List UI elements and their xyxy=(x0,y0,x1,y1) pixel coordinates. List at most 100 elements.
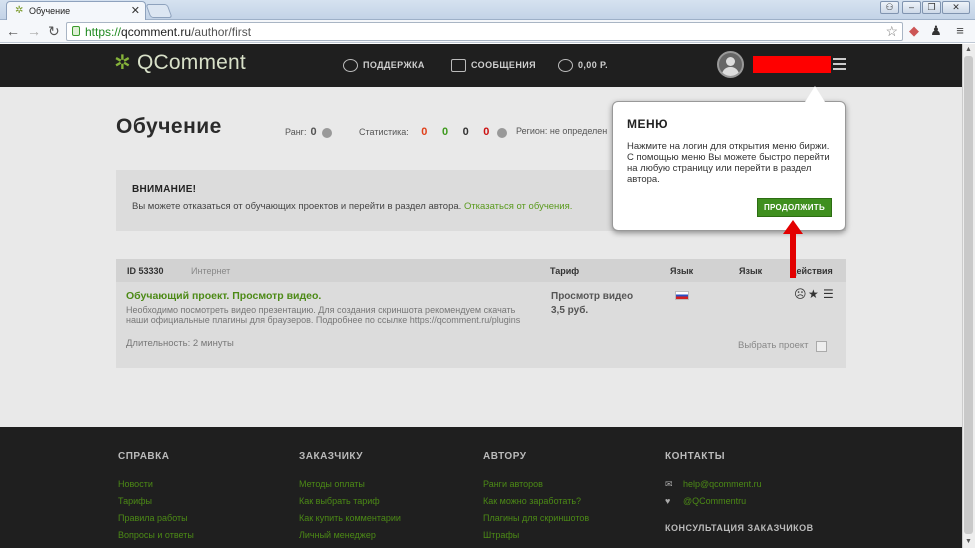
maximize-button[interactable]: ❐ xyxy=(922,1,941,14)
choose-project-label: Выбрать проект xyxy=(738,340,809,351)
decline-training-link[interactable]: Отказаться от обучения. xyxy=(464,201,572,212)
nav-support[interactable]: ПОДДЕРЖКА xyxy=(343,59,425,72)
scroll-down-icon[interactable]: ▼ xyxy=(965,538,972,545)
footer-link[interactable]: Личный менеджер xyxy=(299,530,376,540)
nav-messages[interactable]: СООБЩЕНИЯ xyxy=(451,59,536,72)
logo-icon: ✲ xyxy=(114,52,131,74)
extension-spy-icon[interactable]: ♟ xyxy=(928,23,944,39)
col-type: Интернет xyxy=(191,266,231,276)
contact-email[interactable]: help@qcomment.ru xyxy=(683,479,762,489)
close-window-button[interactable]: ✕ xyxy=(942,1,970,14)
notice-text: Вы можете отказаться от обучающих проект… xyxy=(132,201,572,212)
notice-title: ВНИМАНИЕ! xyxy=(132,184,197,195)
new-tab-button[interactable] xyxy=(145,4,173,18)
url-path: /author/first xyxy=(191,25,252,39)
project-tariff: Просмотр видео 3,5 руб. xyxy=(551,290,633,318)
address-bar[interactable]: https://qcomment.ru/author/first ☆ xyxy=(66,22,903,41)
col-id: ID 53330 xyxy=(127,266,164,276)
sad-face-icon[interactable]: ☹ xyxy=(794,287,807,301)
scroll-up-icon[interactable]: ▲ xyxy=(965,46,972,53)
footer-link[interactable]: Методы оплаты xyxy=(299,479,365,489)
popup-pointer xyxy=(805,86,825,102)
rank-value: 0 xyxy=(310,126,317,138)
browser-tab[interactable]: ✲ Обучение ✕ xyxy=(6,1,146,20)
stat-value: 0 xyxy=(421,126,428,138)
footer-link[interactable]: Новости xyxy=(118,479,153,489)
site-logo[interactable]: ✲ QComment xyxy=(114,50,246,75)
footer-author-title: АВТОРУ xyxy=(483,451,527,462)
footer-link[interactable]: Плагины для скриншотов xyxy=(483,513,589,523)
rank-label: Ранг: xyxy=(285,127,307,137)
chrome-menu-icon[interactable]: ≡ xyxy=(952,23,968,39)
browser-tab-bar xyxy=(0,0,975,20)
list-icon[interactable]: ☰ xyxy=(823,287,834,301)
stat-value: 0 xyxy=(483,126,490,138)
project-description: Необходимо посмотреть видео презентацию.… xyxy=(126,305,521,325)
footer-link[interactable]: Правила работы xyxy=(118,513,188,523)
continue-button[interactable]: ПРОДОЛЖИТЬ xyxy=(757,198,832,217)
lock-icon xyxy=(72,26,80,36)
nav-balance[interactable]: 0,00 Р. xyxy=(558,59,608,72)
contact-twitter[interactable]: @QCommentru xyxy=(683,496,746,506)
help-icon[interactable] xyxy=(321,127,332,138)
footer-link[interactable]: Как купить комментарии xyxy=(299,513,401,523)
tab-close-icon[interactable]: ✕ xyxy=(131,4,140,17)
reload-icon[interactable]: ↻ xyxy=(48,23,60,39)
message-icon xyxy=(451,59,466,72)
tariff-price: 3,5 руб. xyxy=(551,305,589,316)
menu-icon[interactable] xyxy=(833,58,846,70)
footer-link[interactable]: Тарифы xyxy=(118,496,152,506)
url-domain: qcomment.ru xyxy=(121,25,192,39)
footer-help-title: СПРАВКА xyxy=(118,451,170,462)
login-redacted[interactable] xyxy=(753,56,831,73)
footer-link[interactable]: Как выбрать тариф xyxy=(299,496,380,506)
stats-label: Статистика: xyxy=(359,127,409,137)
project-duration: Длительность: 2 минуты xyxy=(126,338,234,349)
twitter-icon: ♥ xyxy=(665,496,671,506)
url-scheme: https:// xyxy=(85,25,122,39)
notice-body: Вы можете отказаться от обучающих проект… xyxy=(132,201,462,212)
choose-project-checkbox[interactable] xyxy=(816,341,827,352)
forward-icon[interactable]: → xyxy=(27,23,41,39)
user-icon[interactable]: ⚇ xyxy=(880,1,899,14)
extension-icon[interactable]: ◆ xyxy=(906,23,922,39)
page-title: Обучение xyxy=(116,115,222,138)
scrollbar-thumb[interactable] xyxy=(964,56,973,534)
nav-balance-label: 0,00 Р. xyxy=(578,59,608,70)
tab-title: Обучение xyxy=(29,6,71,16)
col-lang2: Язык xyxy=(739,266,763,276)
russian-flag-icon xyxy=(675,291,689,300)
avatar[interactable] xyxy=(717,51,744,78)
tariff-name: Просмотр видео xyxy=(551,291,634,302)
col-tariff: Тариф xyxy=(550,266,580,276)
logo-text: QComment xyxy=(136,51,246,74)
back-icon[interactable]: ← xyxy=(6,23,20,39)
region: Регион: не определен xyxy=(516,126,608,136)
help-icon[interactable] xyxy=(496,127,507,138)
footer-link[interactable]: Как можно заработать? xyxy=(483,496,581,506)
nav-messages-label: СООБЩЕНИЯ xyxy=(471,59,536,70)
statistics: Статистика: 0 0 0 0 xyxy=(359,126,507,138)
star-icon[interactable]: ★ xyxy=(808,287,819,301)
ruble-icon xyxy=(558,59,573,72)
footer-link[interactable]: Штрафы xyxy=(483,530,519,540)
popup-title: МЕНЮ xyxy=(627,117,669,131)
footer-link[interactable]: Вопросы и ответы xyxy=(118,530,194,540)
col-lang: Язык xyxy=(670,266,694,276)
minimize-button[interactable]: – xyxy=(902,1,921,14)
lifebuoy-icon xyxy=(343,59,358,72)
footer-customer-title: ЗАКАЗЧИКУ xyxy=(299,451,363,462)
footer-link[interactable]: Ранги авторов xyxy=(483,479,543,489)
rank: Ранг: 0 xyxy=(285,126,332,138)
stat-value: 0 xyxy=(441,126,449,138)
footer-contacts-title: КОНТАКТЫ xyxy=(665,451,726,462)
favicon-icon: ✲ xyxy=(15,5,24,16)
red-arrow-annotation xyxy=(783,220,803,278)
mail-icon: ✉ xyxy=(665,479,673,489)
popup-text: Нажмите на логин для открытия меню биржи… xyxy=(627,141,830,185)
nav-support-label: ПОДДЕРЖКА xyxy=(363,59,425,70)
footer-consult-title: КОНСУЛЬТАЦИЯ ЗАКАЗЧИКОВ xyxy=(665,523,814,533)
stat-value: 0 xyxy=(462,126,469,138)
bookmark-star-icon[interactable]: ☆ xyxy=(885,23,898,40)
project-title-link[interactable]: Обучающий проект. Просмотр видео. xyxy=(126,290,321,302)
